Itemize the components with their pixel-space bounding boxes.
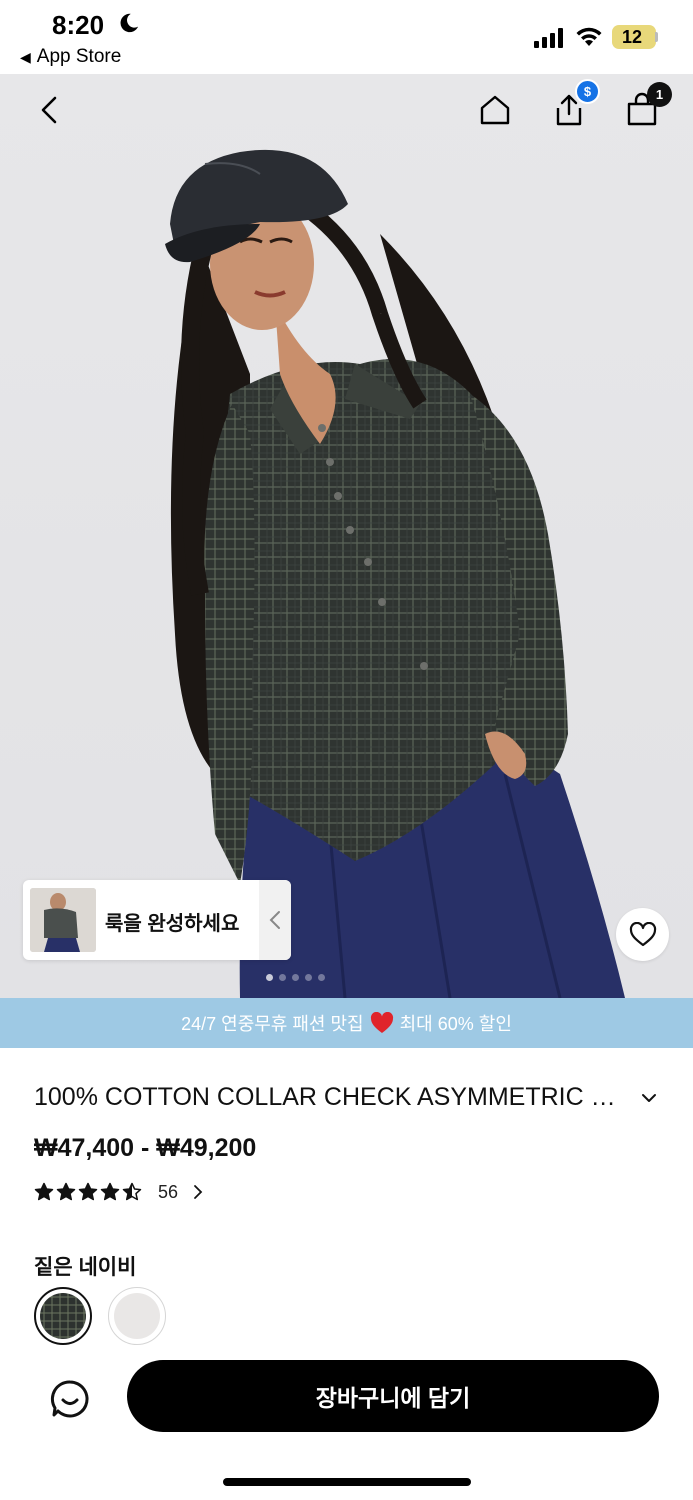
gallery-pagination bbox=[266, 974, 325, 984]
home-icon bbox=[480, 95, 510, 125]
chat-icon bbox=[50, 1380, 89, 1418]
complete-look-label: 룩을 완성하세요 bbox=[105, 913, 240, 935]
moon-icon bbox=[120, 13, 139, 33]
pagination-dot bbox=[279, 974, 286, 981]
star-icon bbox=[100, 1182, 120, 1201]
cart-count-badge: 1 bbox=[647, 82, 672, 107]
promo-text-end: 최대 60% 할인 bbox=[399, 1014, 512, 1034]
status-time: 8:20 bbox=[52, 10, 105, 40]
product-title: 100% COTTON COLLAR CHECK ASYMMETRIC SHIR… bbox=[34, 1083, 622, 1111]
star-icon bbox=[56, 1182, 76, 1201]
pagination-dot bbox=[305, 974, 312, 981]
back-button[interactable] bbox=[26, 86, 74, 134]
promo-text-start: 24/7 연중무휴 패션 맛집 bbox=[181, 1014, 364, 1034]
share-reward-badge: $ bbox=[575, 79, 600, 104]
star-icon bbox=[78, 1182, 98, 1201]
back-to-app-store[interactable]: ◀ App Store bbox=[20, 46, 121, 68]
product-image-gallery[interactable]: $ 1 룩을 완성하세요 bbox=[0, 74, 693, 998]
product-price: ₩47,400 - ₩49,200 bbox=[34, 1134, 257, 1162]
home-indicator bbox=[223, 1478, 471, 1486]
back-app-label: App Store bbox=[36, 46, 122, 67]
battery-level: 12 bbox=[621, 27, 643, 47]
look-collapse-toggle[interactable] bbox=[259, 880, 291, 960]
color-swatch-light-gray[interactable] bbox=[108, 1287, 166, 1345]
wifi-icon bbox=[576, 27, 602, 46]
pagination-dot bbox=[292, 974, 299, 981]
home-button[interactable] bbox=[471, 86, 519, 134]
product-title-row[interactable]: 100% COTTON COLLAR CHECK ASYMMETRIC SHIR… bbox=[34, 1083, 664, 1115]
pagination-dot bbox=[318, 974, 325, 981]
chat-button[interactable] bbox=[46, 1375, 94, 1423]
product-photo bbox=[165, 149, 625, 998]
red-heart-icon bbox=[370, 1012, 393, 1033]
color-swatch-navy-check[interactable] bbox=[34, 1287, 92, 1345]
status-bar: 8:20 ◀ App Store 12 bbox=[0, 0, 693, 74]
wishlist-button[interactable] bbox=[616, 908, 669, 961]
swatch-image bbox=[40, 1293, 86, 1339]
star-icon bbox=[122, 1182, 142, 1201]
heart-icon bbox=[629, 921, 656, 946]
complete-the-look-card[interactable]: 룩을 완성하세요 bbox=[23, 880, 291, 960]
battery-indicator: 12 bbox=[612, 25, 656, 49]
star-icon bbox=[34, 1182, 54, 1201]
chevron-right-icon bbox=[194, 1185, 203, 1199]
review-count: 56 bbox=[158, 1181, 179, 1202]
look-thumbnail bbox=[30, 888, 96, 952]
promo-banner[interactable]: 24/7 연중무휴 패션 맛집 최대 60% 할인 bbox=[0, 998, 693, 1048]
rating-stars bbox=[34, 1182, 144, 1202]
back-triangle-icon: ◀ bbox=[20, 49, 31, 65]
battery-cap bbox=[655, 32, 658, 42]
add-to-cart-button[interactable]: 장바구니에 담기 bbox=[127, 1360, 659, 1432]
chevron-down-icon[interactable] bbox=[638, 1087, 660, 1109]
chevron-left-icon bbox=[269, 911, 280, 929]
pagination-dot bbox=[266, 974, 273, 981]
back-icon bbox=[41, 96, 57, 124]
selected-color-name: 짙은 네이비 bbox=[34, 1256, 137, 1279]
rating-row[interactable]: 56 bbox=[34, 1180, 206, 1204]
swatch-image bbox=[114, 1293, 160, 1339]
signal-icon bbox=[534, 28, 563, 48]
